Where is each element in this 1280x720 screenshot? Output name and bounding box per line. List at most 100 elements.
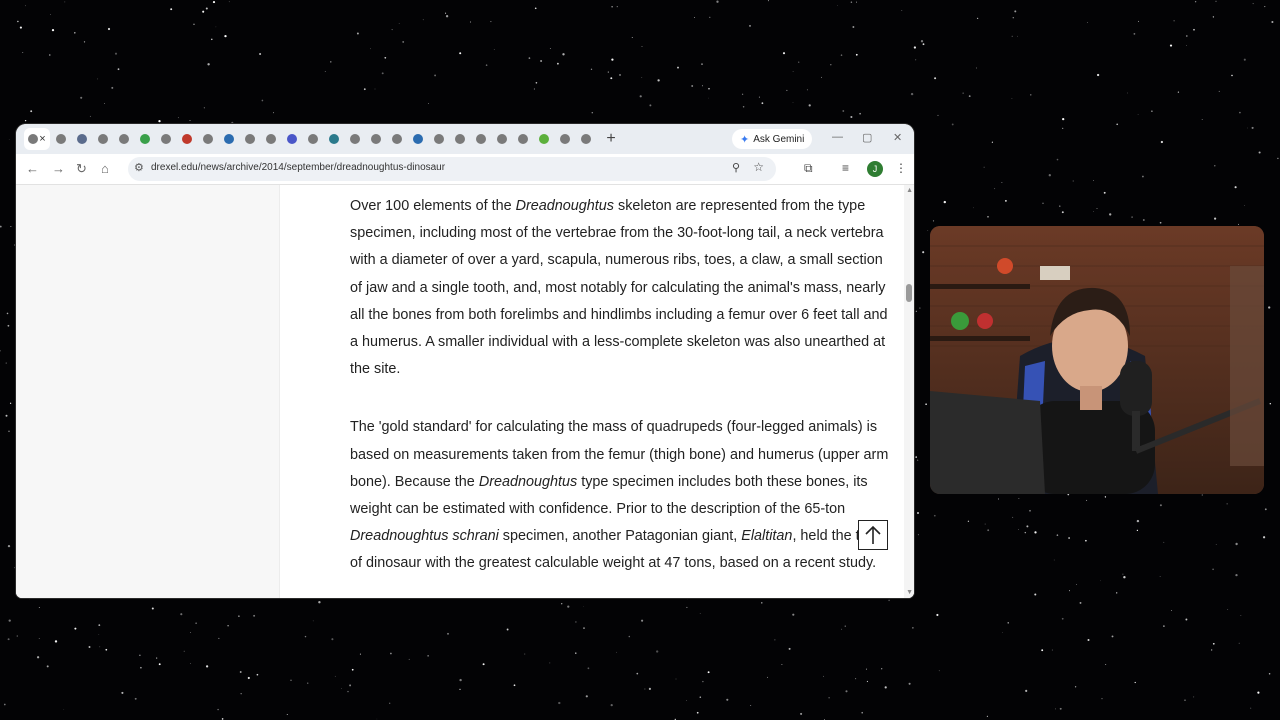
star-dot: [619, 74, 621, 76]
browser-tab[interactable]: [261, 128, 281, 150]
star-dot: [1024, 531, 1027, 534]
avatar[interactable]: J: [867, 161, 883, 177]
browser-tab[interactable]: [198, 128, 218, 150]
scrollbar-thumb[interactable]: [906, 284, 912, 302]
star-dot: [14, 567, 15, 569]
star-dot: [1131, 216, 1133, 218]
browser-tab[interactable]: [51, 128, 71, 150]
star-dot: [782, 52, 786, 55]
browser-tab[interactable]: [345, 128, 365, 150]
browser-tab[interactable]: [366, 128, 386, 150]
star-dot: [709, 16, 711, 18]
star-dot: [1252, 3, 1254, 5]
vertical-scrollbar[interactable]: ▲ ▼: [904, 185, 914, 598]
star-dot: [493, 49, 495, 50]
star-dot: [1262, 536, 1266, 539]
url-text[interactable]: drexel.edu/news/archive/2014/september/d…: [151, 162, 445, 173]
star-dot: [1215, 544, 1217, 545]
browser-tab[interactable]: [513, 128, 533, 150]
browser-tab[interactable]: [177, 128, 197, 150]
star-dot: [1100, 580, 1101, 582]
star-dot: [1264, 508, 1267, 511]
star-dot: [1062, 117, 1065, 121]
minimize-icon[interactable]: —: [832, 131, 843, 143]
star-dot: [986, 715, 988, 717]
star-dot: [256, 673, 259, 676]
star-dot: [228, 1, 230, 3]
back-to-top-button[interactable]: [858, 520, 888, 550]
star-dot: [1016, 35, 1018, 37]
star-dot: [1061, 211, 1064, 214]
screenshot-icon[interactable]: ⧉: [804, 161, 813, 176]
browser-tab[interactable]: [324, 128, 344, 150]
browser-tab[interactable]: [93, 128, 113, 150]
star-dot: [98, 634, 100, 635]
star-dot: [1055, 708, 1056, 710]
bookmark-star-icon[interactable]: ☆: [753, 160, 764, 174]
home-icon[interactable]: ⌂: [101, 161, 109, 176]
tab-favicon-icon: [434, 134, 444, 144]
browser-tab[interactable]: [471, 128, 491, 150]
browser-tab[interactable]: [534, 128, 554, 150]
maximize-icon[interactable]: ▢: [862, 131, 872, 144]
browser-tab[interactable]: [492, 128, 512, 150]
page-content: Over 100 elements of the Dreadnoughtus s…: [16, 185, 914, 598]
media-controls-icon[interactable]: ≡: [842, 161, 849, 175]
star-dot: [575, 652, 577, 654]
browser-tab[interactable]: [282, 128, 302, 150]
browser-tab[interactable]: [555, 128, 575, 150]
browser-tab[interactable]: [408, 128, 428, 150]
browser-tab[interactable]: [156, 128, 176, 150]
tab-favicon-icon: [455, 134, 465, 144]
browser-tab[interactable]: [450, 128, 470, 150]
star-dot: [792, 71, 794, 72]
menu-kebab-icon[interactable]: ⋮: [895, 161, 907, 175]
browser-tab[interactable]: ×: [24, 128, 50, 150]
star-dot: [8, 619, 11, 622]
star-dot: [641, 46, 643, 48]
star-dot: [792, 102, 794, 103]
tab-favicon-icon: [539, 134, 549, 144]
scroll-down-icon[interactable]: ▼: [906, 589, 913, 596]
address-bar[interactable]: ⚙ drexel.edu/news/archive/2014/september…: [128, 157, 776, 181]
close-window-icon[interactable]: ✕: [893, 131, 902, 144]
article-body: Over 100 elements of the Dreadnoughtus s…: [350, 193, 890, 598]
scroll-up-icon[interactable]: ▲: [906, 187, 913, 194]
star-dot: [156, 657, 158, 659]
forward-arrow-icon[interactable]: →: [52, 161, 65, 176]
browser-tab[interactable]: [219, 128, 239, 150]
star-dot: [384, 56, 387, 59]
star-dot: [307, 682, 309, 684]
reload-icon[interactable]: ↻: [76, 161, 87, 177]
browser-tab[interactable]: [114, 128, 134, 150]
star-dot: [9, 402, 12, 404]
browser-tab[interactable]: [303, 128, 323, 150]
site-info-icon[interactable]: ⚙: [134, 161, 144, 174]
star-dot: [984, 523, 986, 525]
back-arrow-icon[interactable]: ←: [26, 161, 39, 176]
star-dot: [644, 688, 646, 690]
browser-tab[interactable]: [135, 128, 155, 150]
browser-tab[interactable]: [576, 128, 596, 150]
star-dot: [915, 310, 917, 312]
tab-favicon-icon: [161, 134, 171, 144]
star-dot: [702, 680, 704, 683]
star-dot: [506, 628, 509, 631]
star-dot: [121, 691, 124, 694]
star-dot: [701, 63, 703, 65]
star-dot: [908, 682, 911, 685]
star-dot: [915, 59, 917, 61]
webcam-feed-image: [930, 226, 1264, 494]
browser-tab[interactable]: [72, 128, 92, 150]
ask-gemini-button[interactable]: ✦ Ask Gemini: [732, 129, 813, 149]
star-dot: [238, 615, 240, 617]
new-tab-button[interactable]: +: [601, 130, 621, 148]
browser-tab[interactable]: [387, 128, 407, 150]
browser-tab[interactable]: [429, 128, 449, 150]
star-dot: [1061, 617, 1064, 620]
browser-tab[interactable]: [240, 128, 260, 150]
zoom-icon[interactable]: ⚲: [732, 161, 740, 174]
star-dot: [1212, 568, 1214, 571]
close-tab-icon[interactable]: ×: [39, 133, 45, 145]
tab-favicon-icon: [413, 134, 423, 144]
